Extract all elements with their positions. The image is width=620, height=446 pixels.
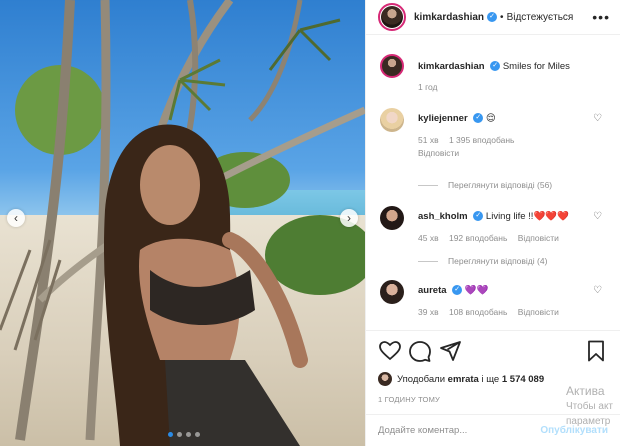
heart-icon[interactable]: ♡ <box>593 211 602 222</box>
comments-list: kimkardashian ✓ Smiles for Miles 1 год k… <box>366 52 620 322</box>
reply-button[interactable]: Відповісти <box>418 147 620 160</box>
view-replies-label: Переглянути відповіді (4) <box>448 256 548 266</box>
comment-time[interactable]: 39 хв <box>418 307 439 317</box>
comment-time[interactable]: 51 хв <box>418 135 439 145</box>
comment-likes[interactable]: 108 вподобань <box>449 307 507 317</box>
likes-middle: і ще <box>481 373 500 385</box>
photo-scene <box>0 0 365 446</box>
view-replies-button[interactable]: Переглянути відповіді (56) <box>418 176 620 194</box>
caption: kimkardashian ✓ Smiles for Miles 1 год <box>366 52 620 100</box>
comment-text: Living life !!❤️❤️❤️ <box>485 211 569 222</box>
comment-avatar[interactable] <box>380 108 404 132</box>
verified-icon: ✓ <box>452 285 463 296</box>
caption-username[interactable]: kimkardashian <box>418 61 485 72</box>
comment-item: ash_kholm ✓ Living life !!❤️❤️❤️ 45 хв 1… <box>366 202 620 246</box>
comment-time[interactable]: 45 хв <box>418 233 439 243</box>
bookmark-icon[interactable] <box>584 339 608 363</box>
caption-time[interactable]: 1 год <box>418 82 438 92</box>
comment-item: aureta ✓ 💜💜 39 хв 108 вподобань Відповіс… <box>366 278 620 322</box>
likes-prefix: Уподобали <box>397 373 446 385</box>
comment-likes[interactable]: 1 395 вподобань <box>449 135 515 145</box>
author-avatar[interactable] <box>378 3 406 31</box>
liker-username[interactable]: emrata <box>448 374 479 385</box>
comment-username[interactable]: aureta <box>418 285 447 296</box>
caption-avatar[interactable] <box>380 54 404 78</box>
add-comment-input[interactable] <box>378 425 528 436</box>
more-icon[interactable]: ••• <box>592 9 610 25</box>
comment-avatar[interactable] <box>380 280 404 304</box>
carousel-dot <box>186 432 191 437</box>
verified-icon: ✓ <box>473 211 484 222</box>
comment-username[interactable]: kyliejenner <box>418 113 468 124</box>
verified-icon: ✓ <box>490 61 501 72</box>
author-username[interactable]: kimkardashian <box>414 12 484 23</box>
comment-username[interactable]: ash_kholm <box>418 211 468 222</box>
verified-icon: ✓ <box>473 113 484 124</box>
comment-text: 😌 <box>485 113 496 124</box>
follow-status-button[interactable]: Відстежується <box>507 12 574 23</box>
comment-icon[interactable] <box>408 339 432 363</box>
watermark-line1: Актива <box>566 384 605 398</box>
carousel-dots <box>168 432 200 437</box>
heart-icon[interactable] <box>378 339 402 363</box>
reply-button[interactable]: Відповісти <box>518 233 559 243</box>
likes-count[interactable]: 1 574 089 <box>502 374 544 385</box>
heart-icon[interactable]: ♡ <box>593 285 602 296</box>
carousel-dot <box>168 432 173 437</box>
share-icon[interactable] <box>438 339 462 363</box>
carousel-next-button[interactable]: › <box>340 209 358 227</box>
carousel-dot <box>177 432 182 437</box>
comment-likes[interactable]: 192 вподобань <box>449 233 507 243</box>
verified-icon: ✓ <box>487 12 498 22</box>
reply-button[interactable]: Відповісти <box>518 307 559 317</box>
carousel-dot <box>195 432 200 437</box>
carousel-prev-button[interactable]: ‹ <box>7 209 25 227</box>
comment-avatar[interactable] <box>380 206 404 230</box>
view-replies-button[interactable]: Переглянути відповіді (4) <box>418 252 620 270</box>
view-replies-label: Переглянути відповіді (56) <box>448 180 553 190</box>
activation-watermark: Актива Чтобы акт параметр <box>566 384 613 429</box>
comment-text: 💜💜 <box>464 285 489 296</box>
header-separator: • <box>500 11 504 23</box>
liker-avatar <box>378 372 392 386</box>
watermark-line2: Чтобы акт <box>566 401 614 412</box>
comment-item: kyliejenner ✓ 😌 51 хв 1 395 вподобань Ві… <box>366 100 620 158</box>
post-photo[interactable]: ‹ › <box>0 0 365 446</box>
post-header: kimkardashian ✓ • Відстежується ••• <box>366 0 620 35</box>
heart-icon[interactable]: ♡ <box>593 113 602 124</box>
caption-text: Smiles for Miles <box>502 61 570 72</box>
post-side-panel: kimkardashian ✓ • Відстежується ••• kimk… <box>365 0 620 446</box>
watermark-line3: параметр <box>566 416 611 427</box>
